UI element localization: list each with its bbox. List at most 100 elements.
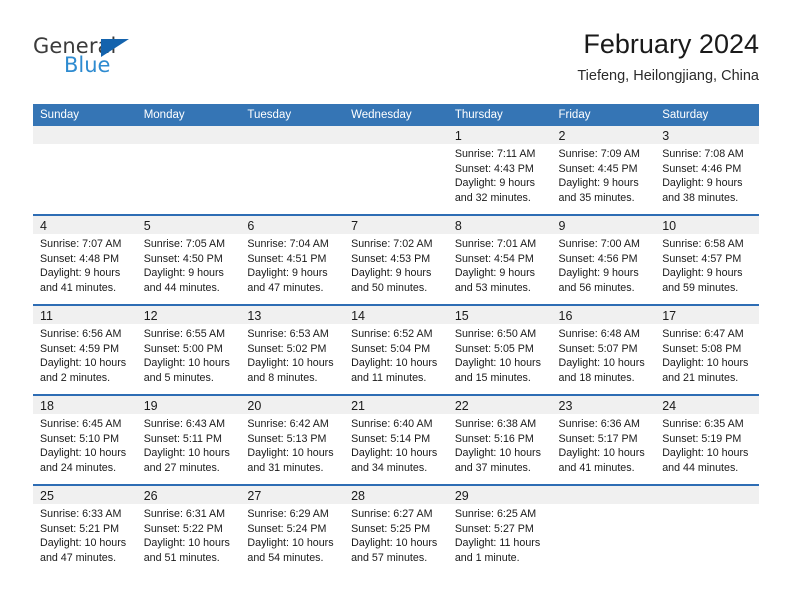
calendar-day-cell[interactable]: 23 Sunrise: 6:36 AM Sunset: 5:17 PM Dayligh… bbox=[551, 394, 656, 485]
sunrise-text: Sunrise: 7:04 AM bbox=[247, 238, 329, 250]
day-details: Sunrise: 7:02 AM Sunset: 4:53 PM Daylight:… bbox=[344, 234, 448, 295]
day-number-band: 16 bbox=[551, 306, 656, 324]
sunset-text: Sunset: 5:04 PM bbox=[351, 342, 431, 355]
calendar-cell-empty bbox=[551, 484, 656, 574]
day-number: 13 bbox=[247, 309, 262, 323]
calendar-day-cell[interactable]: 26 Sunrise: 6:31 AM Sunset: 5:22 PM Dayligh… bbox=[136, 484, 241, 574]
calendar-day-cell[interactable]: 14 Sunrise: 6:52 AM Sunset: 5:04 PM Dayligh… bbox=[344, 304, 448, 395]
daylight-text-cont: and 47 minutes. bbox=[247, 281, 324, 294]
sunset-text: Sunset: 5:27 PM bbox=[454, 522, 534, 535]
sunset-text: Sunset: 4:43 PM bbox=[454, 162, 534, 175]
calendar-day-cell[interactable]: 28 Sunrise: 6:27 AM Sunset: 5:25 PM Dayligh… bbox=[344, 484, 448, 574]
daylight-text: Daylight: 9 hours bbox=[558, 177, 639, 190]
day-number: 2 bbox=[558, 129, 566, 143]
calendar-day-cell[interactable]: 19 Sunrise: 6:43 AM Sunset: 5:11 PM Dayligh… bbox=[136, 394, 241, 485]
day-number-band: 6 bbox=[240, 216, 345, 234]
calendar-day-cell[interactable]: 16 Sunrise: 6:48 AM Sunset: 5:07 PM Dayligh… bbox=[551, 304, 656, 395]
daylight-text-cont: and 54 minutes. bbox=[247, 551, 324, 564]
calendar-day-cell[interactable]: 22 Sunrise: 6:38 AM Sunset: 5:16 PM Dayligh… bbox=[447, 394, 552, 485]
day-number-band: 18 bbox=[33, 396, 137, 414]
daylight-text: Daylight: 9 hours bbox=[558, 267, 639, 280]
day-number: 11 bbox=[40, 309, 53, 323]
day-details bbox=[655, 504, 759, 507]
daylight-text-cont: and 44 minutes. bbox=[143, 281, 220, 294]
day-cell-content: 7 Sunrise: 7:02 AM Sunset: 4:53 PM Daylight… bbox=[344, 216, 448, 304]
calendar-day-cell[interactable]: 1 Sunrise: 7:11 AM Sunset: 4:43 PM Daylight… bbox=[447, 126, 552, 215]
weekday-header-monday: Monday bbox=[136, 104, 241, 126]
page-header: General Blue February 2024 Tiefeng, Heil… bbox=[33, 29, 759, 98]
calendar-day-cell[interactable]: 17 Sunrise: 6:47 AM Sunset: 5:08 PM Dayligh… bbox=[655, 304, 759, 395]
daylight-text-cont: and 8 minutes. bbox=[247, 371, 318, 384]
day-number: 9 bbox=[558, 219, 566, 233]
daylight-text: Daylight: 9 hours bbox=[662, 267, 743, 280]
day-number: 14 bbox=[351, 309, 366, 323]
calendar-day-cell[interactable]: 6 Sunrise: 7:04 AM Sunset: 4:51 PM Daylight… bbox=[240, 214, 345, 305]
weekday-header-thursday: Thursday bbox=[447, 104, 552, 126]
day-cell-content: 22 Sunrise: 6:38 AM Sunset: 5:16 PM Dayligh… bbox=[447, 396, 552, 484]
sunrise-text: Sunrise: 6:25 AM bbox=[454, 508, 537, 520]
daylight-text: Daylight: 10 hours bbox=[454, 447, 541, 460]
day-number-band: 8 bbox=[447, 216, 552, 234]
day-number-band: 24 bbox=[655, 396, 759, 414]
sunset-text: Sunset: 5:07 PM bbox=[558, 342, 638, 355]
calendar-day-cell[interactable]: 7 Sunrise: 7:02 AM Sunset: 4:53 PM Daylight… bbox=[344, 214, 448, 305]
general-blue-logo[interactable]: General Blue bbox=[33, 36, 263, 90]
day-details: Sunrise: 6:42 AM Sunset: 5:13 PM Daylight:… bbox=[240, 414, 344, 475]
sunrise-text: Sunrise: 6:52 AM bbox=[351, 328, 433, 340]
day-number-band: 5 bbox=[136, 216, 241, 234]
calendar-day-cell[interactable]: 21 Sunrise: 6:40 AM Sunset: 5:14 PM Dayligh… bbox=[344, 394, 448, 485]
day-cell-content: 6 Sunrise: 7:04 AM Sunset: 4:51 PM Daylight… bbox=[240, 216, 345, 304]
calendar-day-cell[interactable]: 13 Sunrise: 6:53 AM Sunset: 5:02 PM Dayligh… bbox=[240, 304, 345, 395]
day-number-band: 13 bbox=[240, 306, 345, 324]
daylight-text-cont: and 31 minutes. bbox=[247, 461, 324, 474]
day-cell-content: 9 Sunrise: 7:00 AM Sunset: 4:56 PM Daylight… bbox=[551, 216, 656, 304]
daylight-text: Daylight: 10 hours bbox=[247, 357, 334, 370]
calendar-day-cell[interactable]: 18 Sunrise: 6:45 AM Sunset: 5:10 PM Dayligh… bbox=[33, 394, 137, 485]
daylight-text-cont: and 50 minutes. bbox=[351, 281, 428, 294]
sunset-text: Sunset: 5:25 PM bbox=[351, 522, 431, 535]
calendar-day-cell[interactable]: 15 Sunrise: 6:50 AM Sunset: 5:05 PM Dayligh… bbox=[447, 304, 552, 395]
day-details: Sunrise: 6:38 AM Sunset: 5:16 PM Daylight:… bbox=[448, 414, 552, 475]
calendar-day-cell[interactable]: 11 Sunrise: 6:56 AM Sunset: 4:59 PM Dayligh… bbox=[33, 304, 137, 395]
calendar-day-cell[interactable]: 2 Sunrise: 7:09 AM Sunset: 4:45 PM Daylight… bbox=[551, 126, 656, 215]
title-block: February 2024 Tiefeng, Heilongjiang, Chi… bbox=[577, 29, 759, 85]
calendar-day-cell[interactable]: 12 Sunrise: 6:55 AM Sunset: 5:00 PM Dayligh… bbox=[136, 304, 241, 395]
day-details: Sunrise: 6:40 AM Sunset: 5:14 PM Daylight:… bbox=[344, 414, 448, 475]
day-number-band bbox=[240, 126, 345, 144]
calendar-day-cell[interactable]: 27 Sunrise: 6:29 AM Sunset: 5:24 PM Dayligh… bbox=[240, 484, 345, 574]
day-number-band: 4 bbox=[33, 216, 137, 234]
logo-word-blue: Blue bbox=[64, 53, 111, 77]
daylight-text-cont: and 24 minutes. bbox=[40, 461, 117, 474]
sunrise-text: Sunrise: 7:02 AM bbox=[351, 238, 433, 250]
sunset-text: Sunset: 5:11 PM bbox=[143, 432, 222, 445]
calendar-day-cell[interactable]: 5 Sunrise: 7:05 AM Sunset: 4:50 PM Daylight… bbox=[136, 214, 241, 305]
calendar-day-cell[interactable]: 4 Sunrise: 7:07 AM Sunset: 4:48 PM Daylight… bbox=[33, 214, 137, 305]
day-number-band: 2 bbox=[551, 126, 656, 144]
calendar-day-cell[interactable]: 9 Sunrise: 7:00 AM Sunset: 4:56 PM Daylight… bbox=[551, 214, 656, 305]
calendar-day-cell[interactable]: 8 Sunrise: 7:01 AM Sunset: 4:54 PM Daylight… bbox=[447, 214, 552, 305]
calendar-day-cell[interactable]: 20 Sunrise: 6:42 AM Sunset: 5:13 PM Dayligh… bbox=[240, 394, 345, 485]
day-number-band: 29 bbox=[447, 486, 552, 504]
daylight-text-cont: and 59 minutes. bbox=[662, 281, 739, 294]
day-number-band: 3 bbox=[655, 126, 759, 144]
sunset-text: Sunset: 4:48 PM bbox=[40, 252, 120, 265]
calendar-day-cell[interactable]: 25 Sunrise: 6:33 AM Sunset: 5:21 PM Dayligh… bbox=[33, 484, 137, 574]
calendar-day-cell[interactable]: 29 Sunrise: 6:25 AM Sunset: 5:27 PM Dayligh… bbox=[447, 484, 552, 574]
calendar-cell-empty bbox=[240, 126, 345, 215]
calendar-week-row: 4 Sunrise: 7:07 AM Sunset: 4:48 PM Daylight… bbox=[33, 214, 759, 305]
daylight-text: Daylight: 10 hours bbox=[662, 447, 749, 460]
calendar-day-cell[interactable]: 3 Sunrise: 7:08 AM Sunset: 4:46 PM Daylight… bbox=[655, 126, 759, 215]
sunrise-text: Sunrise: 7:01 AM bbox=[454, 238, 537, 250]
daylight-text-cont: and 38 minutes. bbox=[662, 191, 739, 204]
sunrise-text: Sunrise: 6:33 AM bbox=[40, 508, 122, 520]
calendar-day-cell[interactable]: 10 Sunrise: 6:58 AM Sunset: 4:57 PM Dayligh… bbox=[655, 214, 759, 305]
day-number-band: 19 bbox=[136, 396, 241, 414]
day-number-band bbox=[551, 486, 656, 504]
daylight-text: Daylight: 10 hours bbox=[247, 537, 334, 550]
calendar-table: Sunday Monday Tuesday Wednesday Thursday Frid… bbox=[33, 104, 759, 574]
sunset-text: Sunset: 4:59 PM bbox=[40, 342, 120, 355]
daylight-text-cont: and 32 minutes. bbox=[454, 191, 531, 204]
calendar-day-cell[interactable]: 24 Sunrise: 6:35 AM Sunset: 5:19 PM Dayligh… bbox=[655, 394, 759, 485]
day-details: Sunrise: 6:52 AM Sunset: 5:04 PM Daylight:… bbox=[344, 324, 448, 385]
day-number-band: 10 bbox=[655, 216, 759, 234]
